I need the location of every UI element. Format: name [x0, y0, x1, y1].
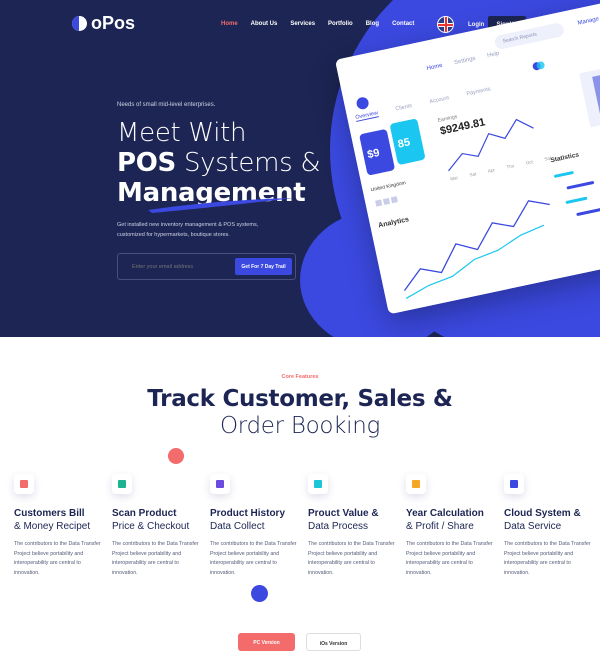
hero-title-bold: POS [117, 148, 176, 178]
check-icon [112, 474, 132, 494]
nav-about[interactable]: About Us [251, 21, 278, 27]
trial-button[interactable]: Get For 7 Day Trail [235, 258, 292, 275]
hero-description: Get installed new inventory management &… [117, 220, 307, 240]
decor-dot-red [168, 448, 184, 464]
hero-section: oPos Home About Us Services Portfolio Bl… [0, 0, 600, 337]
feature-title: Product History [210, 508, 286, 519]
feature-subtitle: Data Service [504, 521, 562, 532]
email-input[interactable] [132, 264, 222, 270]
feature-card: Cloud System & Data Service The contribu… [504, 474, 594, 578]
feature-title: Prouct Value & [308, 508, 379, 519]
process-icon [308, 474, 328, 494]
feature-subtitle: Data Process [308, 521, 369, 532]
nav-contact[interactable]: Contact [392, 21, 414, 27]
logo-icon [72, 16, 87, 31]
title-underline-swoosh [148, 198, 294, 213]
feature-card: Customers Bill & Money Recipet The contr… [14, 474, 104, 578]
hero-desc-line2: customized for hypermarkets, boutique st… [117, 232, 230, 238]
feature-subtitle: & Profit / Share [406, 521, 474, 532]
feature-subtitle: Data Collect [210, 521, 265, 532]
feature-title: Cloud System & [504, 508, 581, 519]
hero-title-rest: Systems & [175, 148, 321, 178]
ios-version-button[interactable]: iOs Version [306, 633, 361, 651]
hero-title: Meet With POS Systems & Management [117, 118, 321, 208]
hero-title-line2: POS Systems & [117, 148, 321, 178]
feature-subtitle: & Money Recipet [14, 521, 91, 532]
feature-subtitle: Price & Checkout [112, 521, 190, 532]
feature-desc: The contributors to the Data Transfer Pr… [210, 541, 297, 576]
hero-title-line1: Meet With [117, 118, 247, 148]
login-link[interactable]: Login [468, 22, 484, 28]
feature-card: Year Calculation & Profit / Share The co… [406, 474, 496, 578]
feature-desc: The contributors to the Data Transfer Pr… [14, 541, 101, 576]
nav-home[interactable]: Home [221, 21, 238, 27]
nav-portfolio[interactable]: Portfolio [328, 21, 353, 27]
section-label: Core Features [281, 374, 319, 380]
feature-title: Customers Bill [14, 508, 85, 519]
email-form: Get For 7 Day Trail [117, 253, 296, 280]
feature-card: Scan Product Price & Checkout The contri… [112, 474, 202, 578]
feature-title: Year Calculation [406, 508, 484, 519]
feature-card: Product History Data Collect The contrib… [210, 474, 300, 578]
logo-text: oPos [91, 13, 136, 33]
section-title-line2: Order Booking [219, 413, 381, 439]
hero-tagline: Needs of small mid-level enterprises. [117, 102, 216, 108]
chart-icon [14, 474, 34, 494]
nav-services[interactable]: Services [290, 21, 315, 27]
feature-card: Prouct Value & Data Process The contribu… [308, 474, 398, 578]
logo[interactable]: oPos [72, 13, 135, 34]
uk-flag-icon[interactable] [437, 16, 454, 33]
feature-desc: The contributors to the Data Transfer Pr… [504, 541, 591, 576]
calculator-icon [406, 474, 426, 494]
feature-desc: The contributors to the Data Transfer Pr… [112, 541, 199, 576]
cloud-icon [504, 474, 524, 494]
feature-desc: The contributors to the Data Transfer Pr… [406, 541, 493, 576]
decor-dot-blue [251, 585, 268, 602]
feature-desc: The contributors to the Data Transfer Pr… [308, 541, 395, 576]
nav-blog[interactable]: Blog [366, 21, 379, 27]
hero-desc-line1: Get installed new inventory management &… [117, 222, 259, 228]
pc-version-button[interactable]: PC Version [238, 633, 295, 651]
main-nav: Home About Us Services Portfolio Blog Co… [221, 21, 414, 27]
section-title-line1: Track Customer, Sales & [147, 386, 453, 412]
feature-title: Scan Product [112, 508, 177, 519]
history-icon [210, 474, 230, 494]
